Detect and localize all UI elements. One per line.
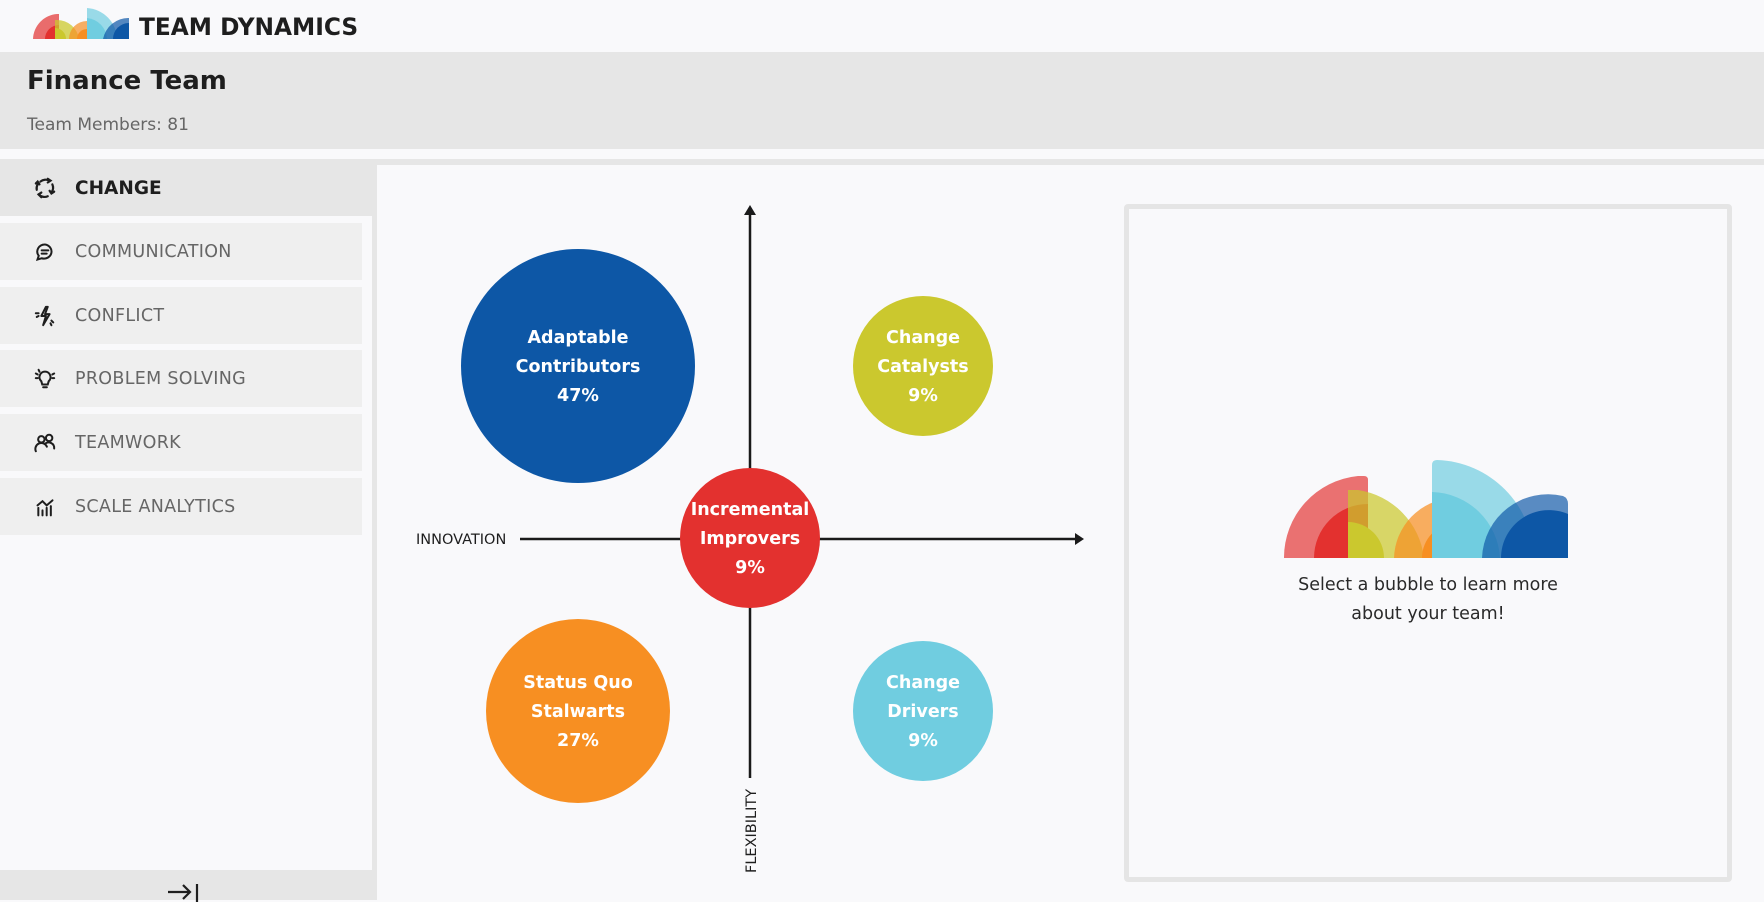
sidebar-item-label: SCALE ANALYTICS — [75, 496, 236, 517]
y-axis-label: FLEXIBILITY — [744, 789, 760, 873]
top-bar: TEAM DYNAMICS — [0, 0, 1764, 52]
team-header: Finance Team Team Members: 81 — [0, 52, 1764, 149]
x-axis-label: INNOVATION — [416, 532, 506, 548]
app-title: TEAM DYNAMICS — [139, 13, 359, 41]
change-cycle-icon — [33, 176, 57, 200]
collapse-arrow-icon — [168, 884, 199, 902]
bubble-status-quo-stalwarts[interactable]: Status Quo Stalwarts 27% — [486, 619, 670, 803]
sidebar-item-scale-analytics[interactable]: SCALE ANALYTICS — [0, 478, 362, 535]
info-panel-line-2: about your team! — [1351, 604, 1505, 624]
bubble-percent-label: 27% — [557, 731, 599, 751]
sidebar-item-label: TEAMWORK — [75, 432, 181, 453]
sidebar-item-label: CHANGE — [75, 177, 162, 199]
bubble-incremental-improvers[interactable]: Incremental Improvers 9% — [680, 468, 820, 608]
sidebar: CHANGE COMMUNICATION CONFLICT PROBLEM SO… — [0, 160, 377, 870]
y-axis-arrow — [744, 205, 756, 215]
x-axis-arrow — [1075, 533, 1084, 545]
people-icon — [33, 431, 57, 455]
sidebar-item-label: CONFLICT — [75, 305, 165, 326]
bubble-percent-label: 47% — [557, 386, 599, 406]
bubble-label-line-1: Adaptable — [528, 328, 629, 348]
sidebar-item-conflict[interactable]: CONFLICT — [0, 287, 362, 344]
sidebar-item-problem-solving[interactable]: PROBLEM SOLVING — [0, 350, 362, 407]
bubble-change-drivers[interactable]: Change Drivers 9% — [853, 641, 993, 781]
bubble-percent-label: 9% — [908, 731, 938, 751]
bubble-label-line-2: Contributors — [516, 357, 641, 377]
bubble-label-line-1: Change — [886, 328, 960, 348]
bubble-label-line-2: Improvers — [700, 529, 800, 549]
bubble-label-line-2: Stalwarts — [531, 702, 625, 722]
bubble-change-catalysts[interactable]: Change Catalysts 9% — [853, 296, 993, 436]
bubble-label-line-1: Change — [886, 673, 960, 693]
bubble-label-line-2: Drivers — [887, 702, 958, 722]
bubble-percent-label: 9% — [908, 386, 938, 406]
bubble-percent-label: 9% — [735, 558, 765, 578]
team-members-count: Team Members: 81 — [27, 115, 189, 135]
bubble-label-line-2: Catalysts — [877, 357, 968, 377]
speech-bubble-icon — [33, 240, 57, 264]
team-name: Finance Team — [27, 66, 227, 96]
main-content: INNOVATION FLEXIBILITY Adaptable Contribu… — [377, 165, 1764, 900]
sidebar-item-change[interactable]: CHANGE — [0, 160, 377, 216]
team-dynamics-logo-icon — [33, 8, 129, 39]
bubble-adaptable-contributors[interactable]: Adaptable Contributors 47% — [461, 249, 695, 483]
team-dynamics-illustration-icon — [1284, 460, 1568, 558]
bar-chart-icon — [33, 495, 57, 519]
info-panel-text: Select a bubble to learn more about your… — [1129, 571, 1727, 629]
collapse-sidebar-button[interactable] — [0, 870, 377, 902]
bubble-label-line-1: Incremental — [691, 500, 810, 520]
lightbulb-icon — [33, 367, 57, 391]
sidebar-item-label: PROBLEM SOLVING — [75, 368, 246, 389]
info-panel-line-1: Select a bubble to learn more — [1298, 575, 1558, 595]
sidebar-item-label: COMMUNICATION — [75, 241, 232, 262]
sidebar-item-communication[interactable]: COMMUNICATION — [0, 223, 362, 280]
lightning-bolt-icon — [33, 304, 57, 328]
bubble-info-panel: Select a bubble to learn more about your… — [1124, 204, 1732, 882]
bubble-label-line-1: Status Quo — [523, 673, 632, 693]
sidebar-item-teamwork[interactable]: TEAMWORK — [0, 414, 362, 471]
